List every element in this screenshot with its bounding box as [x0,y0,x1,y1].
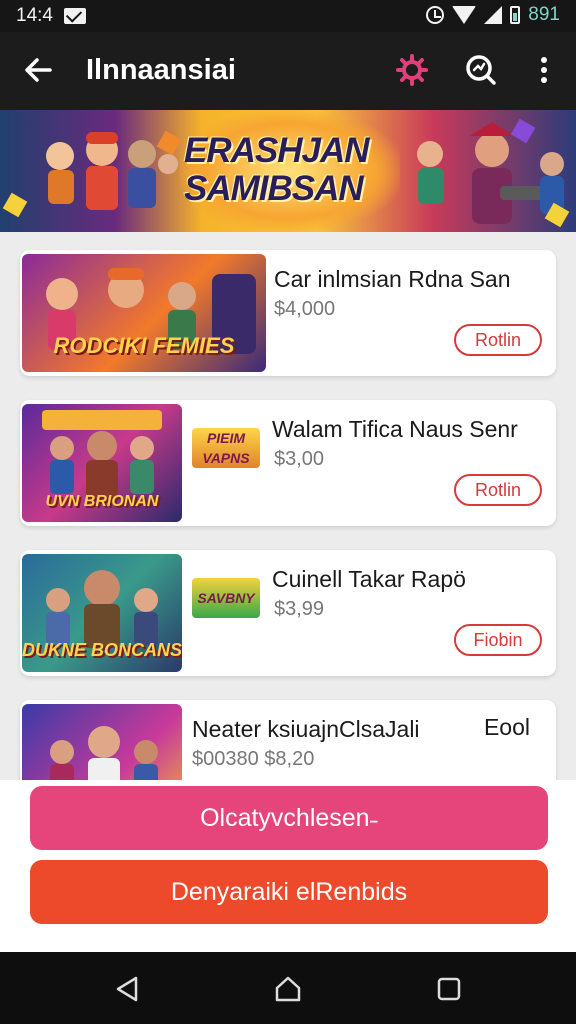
item-price: $00380 $8,20 [192,748,315,770]
system-nav-bar [0,952,576,1024]
game-thumbnail: UVN BRIONAN [22,404,182,522]
banner-headline-line2: SAMIBSAN [184,169,364,208]
banner-heroes-right-image [417,122,564,224]
item-action-button[interactable]: Rotlin [454,474,542,506]
more-vert-icon[interactable] [528,52,564,88]
list-item[interactable]: UVN BRIONAN PIEIM VAPNS Walam Tifica Nau… [20,400,556,526]
status-icons: 891 [426,4,560,26]
item-action-button[interactable]: Rotlin [454,324,542,356]
item-name: Car inlmsian Rdna San [274,266,511,292]
banner-headline: ERASHJAN SAMIBSAN [184,132,394,208]
page-title: Ilnnaansiai [86,54,236,86]
list-item[interactable]: Neater ksiuajnClsaJali Eool $00380 $8,20 [20,700,556,780]
wifi-icon [452,6,477,24]
promo-banner[interactable]: ERASHJAN SAMIBSAN [0,110,576,232]
item-name: Neater ksiuajnClsaJali [192,716,420,742]
status-time: 14:4 [16,5,53,26]
bottom-action-panel: Olcatyvchlesen˗ Denyaraiki elRenbids [0,780,576,952]
item-price: $3,00 [274,448,325,470]
item-name: Walam Tifica Naus Senr [272,416,518,442]
item-extra-label: Eool [483,714,530,740]
game-list[interactable]: RODCIKI FEMIES Car inlmsian Rdna San $4,… [0,232,576,780]
recents-icon[interactable] [434,974,464,1004]
back-triangle-icon[interactable] [112,974,142,1004]
battery-icon [510,6,521,24]
secondary-action-button[interactable]: Denyaraiki elRenbids [30,860,548,924]
item-price: $3,99 [274,598,325,620]
signal-icon [484,6,503,24]
app-bar: Ilnnaansiai [0,32,576,110]
banner-headline-line1: ERASHJAN [184,131,370,170]
list-item[interactable]: DUKNE BONCANS SAVBNY Cuinell Takar Rapö … [20,550,556,676]
battery-level: 891 [528,4,560,25]
primary-action-button[interactable]: Olcatyvchlesen˗ [30,786,548,850]
settings-icon[interactable] [394,52,430,88]
alarm-icon [426,6,445,24]
banner-heroes-left-image [46,132,178,210]
game-art-title: UVN BRIONAN [45,493,159,510]
mail-icon [64,8,86,24]
back-arrow-icon[interactable] [20,52,56,88]
home-icon[interactable] [273,974,303,1004]
banner-gem-icon [2,192,28,218]
game-thumbnail: DUKNE BONCANS [22,554,182,672]
game-mini-logo: SAVBNY [192,578,260,618]
game-art-image [50,726,158,780]
search-icon[interactable] [462,52,498,88]
game-art-title: DUKNE BONCANS [22,640,182,660]
game-thumbnail [22,704,182,780]
game-mini-logo: PIEIM VAPNS [192,428,260,468]
item-name: Cuinell Takar Rapö [272,566,466,592]
game-art-title: RODCIKI FEMIES [53,333,235,358]
status-bar: 14:4 891 [0,0,576,32]
list-item[interactable]: RODCIKI FEMIES Car inlmsian Rdna San $4,… [20,250,556,376]
item-price: $4,000 [274,298,336,320]
game-thumbnail: RODCIKI FEMIES [22,254,266,372]
item-action-button[interactable]: Fiobin [454,624,542,656]
